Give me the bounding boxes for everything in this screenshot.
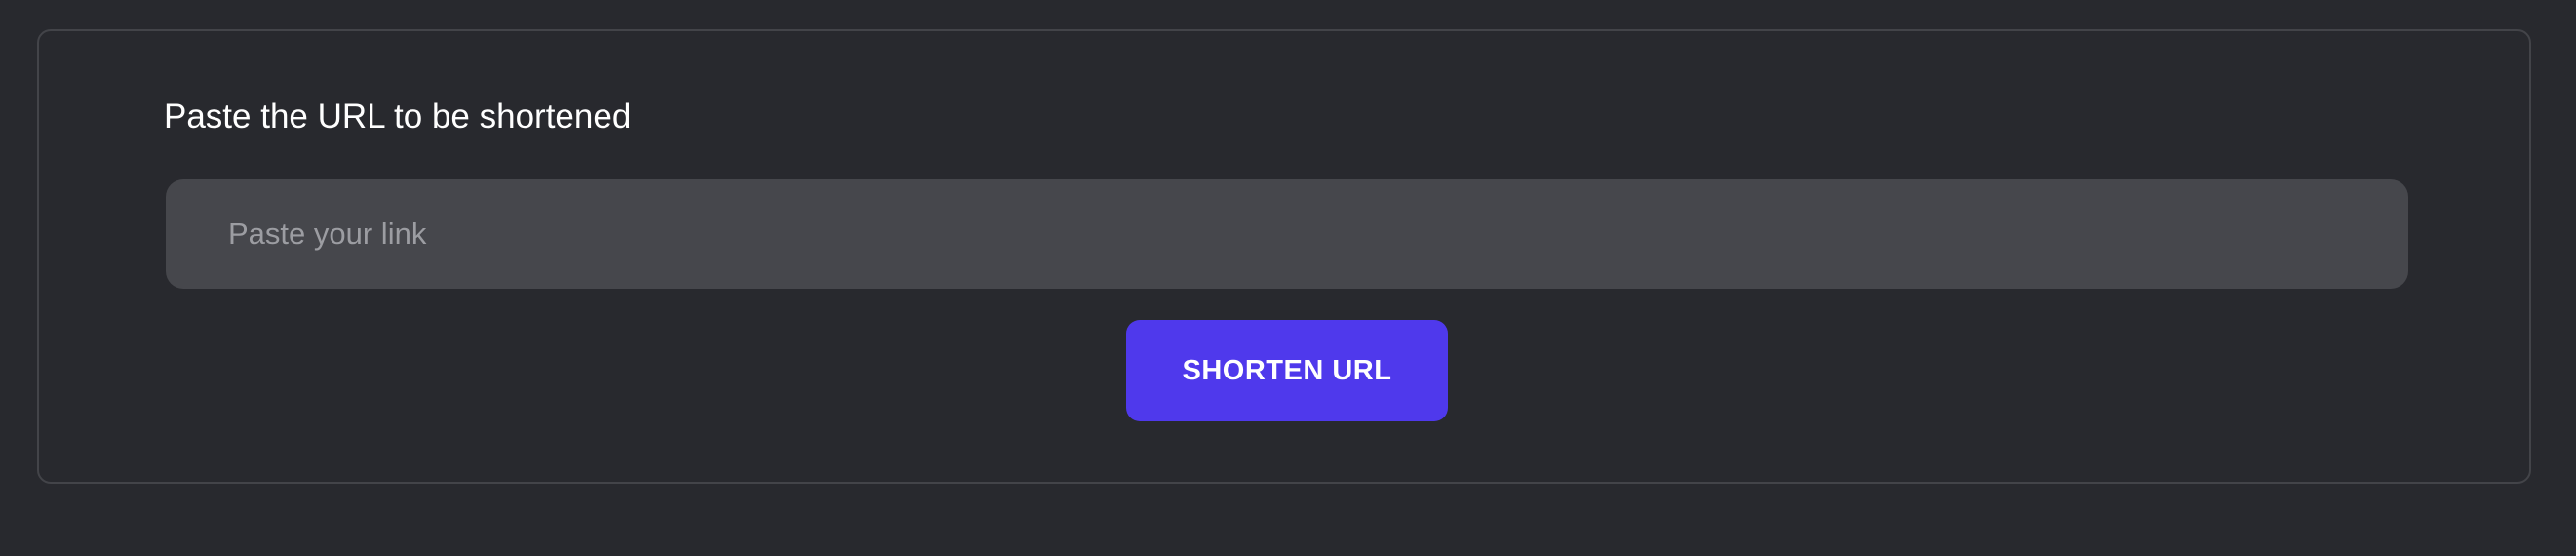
url-input-label: Paste the URL to be shortened <box>164 98 632 136</box>
url-input[interactable] <box>166 179 2408 289</box>
url-shortener-card: Paste the URL to be shortened SHORTEN UR… <box>37 29 2531 484</box>
shorten-url-button[interactable]: SHORTEN URL <box>1126 320 1448 421</box>
